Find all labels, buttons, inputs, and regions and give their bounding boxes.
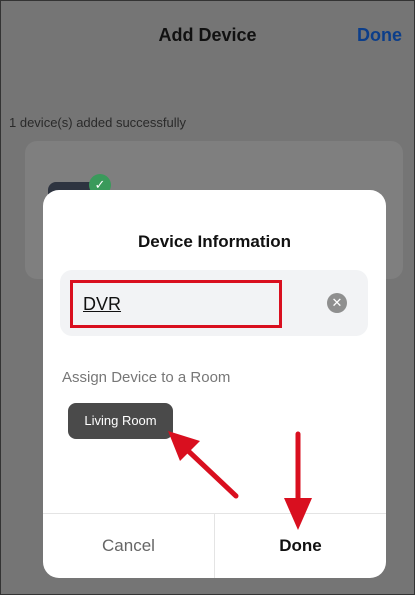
cancel-button[interactable]: Cancel [43, 514, 214, 578]
header-done-button[interactable]: Done [357, 25, 402, 46]
success-message: 1 device(s) added successfully [9, 115, 187, 130]
page-title: Add Device [158, 25, 257, 45]
page-header: Add Device Done [1, 1, 414, 71]
device-name-field: ✕ [60, 270, 368, 336]
done-button[interactable]: Done [215, 514, 386, 578]
app-frame: Add Device Done 1 device(s) added succes… [0, 0, 415, 595]
device-name-input[interactable] [70, 280, 282, 328]
dialog-title: Device Information [137, 232, 292, 251]
device-information-dialog: Device Information ✕ Assign Device to a … [43, 190, 386, 578]
clear-icon[interactable]: ✕ [327, 293, 347, 313]
room-chip-living-room[interactable]: Living Room [68, 403, 173, 439]
assign-room-label: Assign Device to a Room [62, 369, 231, 386]
